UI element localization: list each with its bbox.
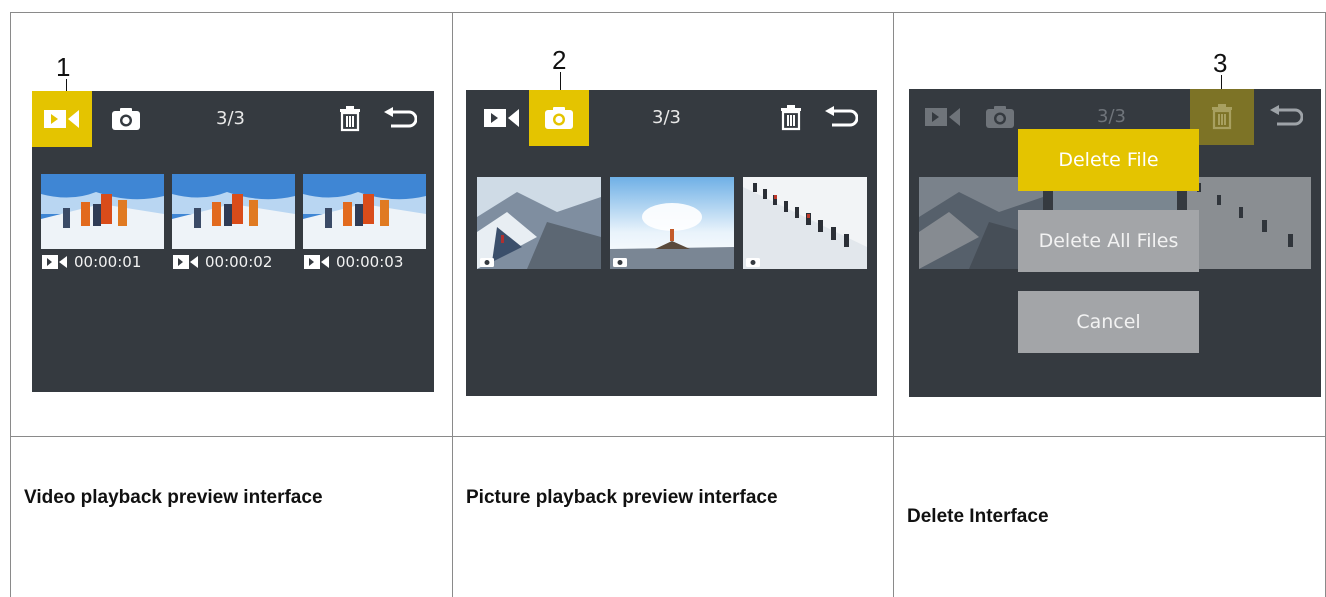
callout-number-1: 1 xyxy=(56,52,71,82)
mountain-ridge-image xyxy=(477,177,601,269)
file-counter: 3/3 xyxy=(652,107,681,128)
summit-sky-image xyxy=(610,177,734,269)
callout-number-3: 3 xyxy=(1213,48,1228,78)
photo-camera-icon xyxy=(480,258,494,267)
callout-leader-3 xyxy=(1221,75,1222,89)
video-camera-icon xyxy=(304,255,329,269)
caption-video-playback: Video playback preview interface xyxy=(24,487,323,508)
climbers-image xyxy=(172,174,295,249)
back-button[interactable] xyxy=(1256,89,1316,145)
table-divider-2 xyxy=(893,12,894,597)
photo-thumbnail-3 xyxy=(1187,177,1311,269)
video-thumbnail-3[interactable] xyxy=(303,174,426,249)
delete-file-button[interactable]: Delete File xyxy=(1018,129,1199,191)
callout-leader-2 xyxy=(560,72,561,90)
video-camera-icon xyxy=(484,109,519,127)
climbers-image xyxy=(303,174,426,249)
photo-camera-icon xyxy=(112,108,140,130)
video-camera-icon xyxy=(173,255,198,269)
callout-leader-1 xyxy=(66,79,67,91)
video-mode-tab[interactable] xyxy=(32,91,92,147)
video-camera-icon xyxy=(925,108,960,126)
photo-camera-icon xyxy=(986,106,1014,128)
photo-camera-icon xyxy=(746,258,760,267)
photo-mode-tab[interactable] xyxy=(96,91,156,147)
video-mode-tab[interactable] xyxy=(472,90,532,146)
photo-thumbnail-1[interactable] xyxy=(477,177,601,269)
photo-mode-tab[interactable] xyxy=(529,90,589,146)
trash-icon xyxy=(781,105,801,131)
back-arrow-icon xyxy=(825,106,858,127)
callout-number-2: 2 xyxy=(552,45,567,75)
photo-camera-icon xyxy=(613,258,627,267)
cancel-button[interactable]: Cancel xyxy=(1018,291,1199,353)
table-border-left xyxy=(10,12,11,597)
delete-screen: 3/3 Delete File Delete All Files Cancel xyxy=(909,89,1321,397)
caption-delete-interface: Delete Interface xyxy=(907,506,1049,527)
climbers-line-image xyxy=(743,177,867,269)
back-arrow-icon xyxy=(1270,105,1303,126)
video-playback-screen: 3/3 00:00:01 00:00:02 00:00:03 xyxy=(32,91,434,392)
photo-thumbnail-3[interactable] xyxy=(743,177,867,269)
delete-all-files-button[interactable]: Delete All Files xyxy=(1018,210,1199,272)
back-button[interactable] xyxy=(370,91,430,147)
photo-camera-icon xyxy=(545,107,573,129)
trash-icon xyxy=(340,106,360,132)
video-duration-1: 00:00:01 xyxy=(74,253,142,271)
video-mode-tab[interactable] xyxy=(913,89,973,145)
video-duration-3: 00:00:03 xyxy=(336,253,404,271)
picture-playback-screen: 3/3 xyxy=(466,90,877,396)
video-thumbnail-2[interactable] xyxy=(172,174,295,249)
table-border-top xyxy=(10,12,1326,13)
video-camera-icon xyxy=(42,255,67,269)
trash-icon xyxy=(1212,104,1232,130)
climbers-image xyxy=(41,174,164,249)
caption-picture-playback: Picture playback preview interface xyxy=(466,487,778,508)
back-arrow-icon xyxy=(384,107,417,128)
climbers-line-image xyxy=(1187,177,1311,269)
video-thumbnail-1[interactable] xyxy=(41,174,164,249)
table-divider-1 xyxy=(452,12,453,597)
video-duration-2: 00:00:02 xyxy=(205,253,273,271)
back-button[interactable] xyxy=(811,90,871,146)
video-camera-icon xyxy=(44,110,79,128)
delete-button[interactable] xyxy=(1190,89,1254,145)
file-counter: 3/3 xyxy=(216,108,245,129)
table-border-middle xyxy=(10,436,1326,437)
photo-thumbnail-2[interactable] xyxy=(610,177,734,269)
